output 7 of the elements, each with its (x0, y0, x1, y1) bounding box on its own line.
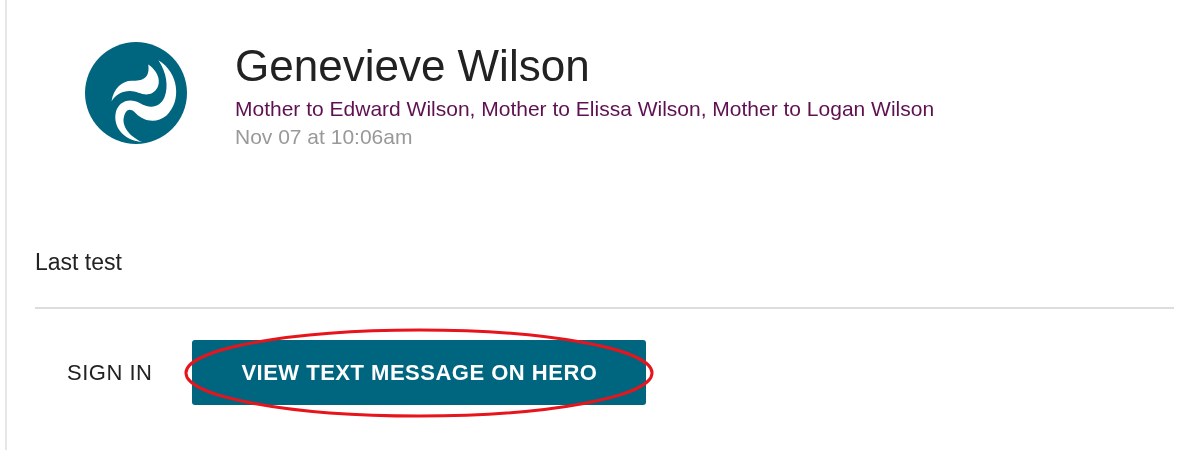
relations-text: Mother to Edward Wilson, Mother to Elissa Wilson, Mother to Logan Wilson (235, 97, 935, 121)
timestamp: Nov 07 at 10:06am (235, 125, 414, 149)
message-text: Last test (35, 249, 123, 276)
sign-in-button[interactable]: SIGN IN (35, 340, 181, 405)
contact-name: Genevieve Wilson (235, 44, 591, 88)
logo-icon (85, 42, 187, 144)
view-message-button[interactable]: VIEW TEXT MESSAGE ON HERO (192, 340, 647, 405)
